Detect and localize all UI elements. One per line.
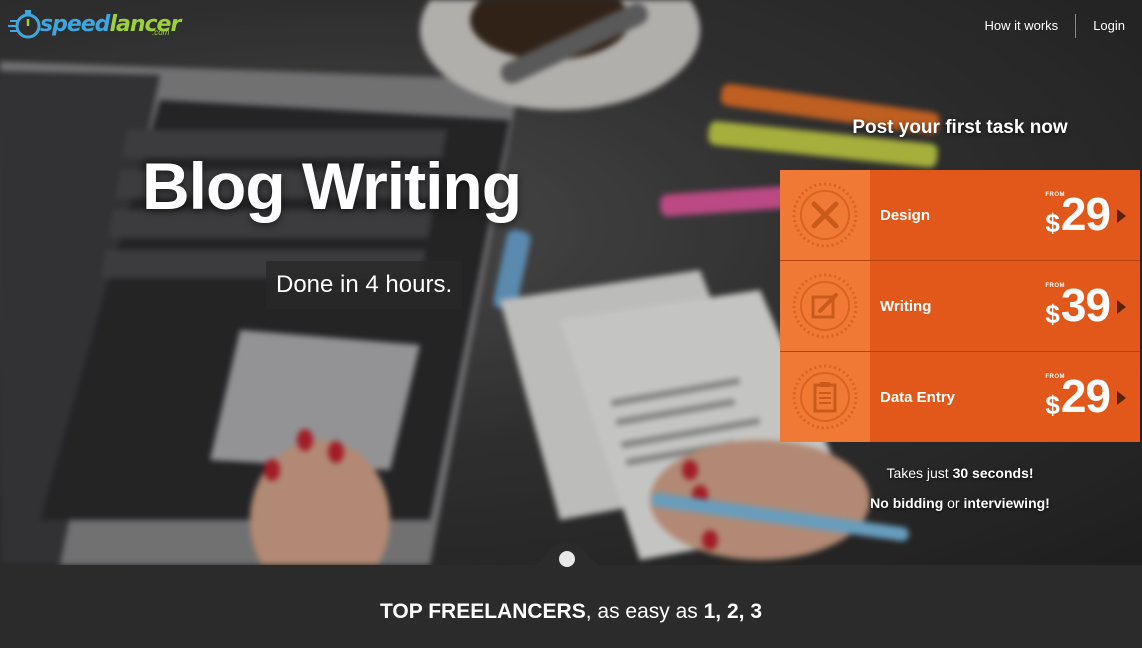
task-option-design[interactable]: Design FROM $ 29 (780, 170, 1140, 261)
price-from-label: FROM (1045, 283, 1066, 289)
time-note-text: Takes just (886, 465, 953, 481)
task-price-design: FROM $ 29 (1045, 188, 1111, 240)
band-connector: , as easy as (585, 600, 704, 623)
price-currency: $ (1045, 208, 1060, 238)
price-from-label: FROM (1045, 192, 1066, 198)
no-bidding-connector: or (943, 495, 964, 511)
price-amount: 29 (1060, 188, 1111, 240)
price-amount: 39 (1060, 279, 1111, 331)
price-currency: $ (1045, 299, 1060, 329)
task-price-data-entry: FROM $ 29 (1045, 370, 1111, 422)
post-task-title: Post your first task now (852, 117, 1068, 138)
top-nav: How it works Login (968, 14, 1142, 38)
play-arrow-icon (1117, 209, 1126, 223)
price-from-label: FROM (1045, 374, 1066, 380)
task-category-list: Design FROM $ 29 Writing FROM $ 39 Data … (780, 170, 1140, 442)
task-option-data-entry[interactable]: Data Entry FROM $ 29 (780, 352, 1140, 442)
headline-tagline: Done in 4 hours. (266, 261, 463, 309)
logo-domain-suffix: .com (152, 28, 170, 37)
time-note-emphasis: 30 seconds! (952, 465, 1034, 481)
price-amount: 29 (1060, 370, 1111, 422)
nav-how-it-works-link[interactable]: How it works (968, 14, 1076, 38)
task-label-data-entry: Data Entry (880, 389, 956, 406)
bottom-band-text: TOP FREELANCERS, as easy as 1, 2, 3 (0, 600, 1142, 624)
task-label-design: Design (880, 207, 931, 224)
page-headline: Blog Writing (142, 149, 522, 223)
play-arrow-icon (1117, 300, 1126, 314)
time-note: Takes just 30 seconds! (780, 465, 1140, 481)
design-tools-icon (780, 170, 870, 260)
edit-document-icon (780, 261, 870, 351)
nav-login-link[interactable]: Login (1076, 14, 1142, 38)
interviewing-emphasis: interviewing! (963, 495, 1050, 511)
price-currency: $ (1045, 390, 1060, 420)
band-emphasis-1: TOP FREELANCERS (379, 600, 586, 623)
stopwatch-logo-icon (8, 7, 42, 41)
play-arrow-icon (1117, 391, 1126, 405)
band-emphasis-2: 1, 2, 3 (703, 600, 763, 623)
no-bidding-emphasis: No bidding (870, 495, 944, 511)
task-price-writing: FROM $ 39 (1045, 279, 1111, 331)
clipboard-icon (780, 352, 870, 442)
task-option-writing[interactable]: Writing FROM $ 39 (780, 261, 1140, 352)
task-label-writing: Writing (880, 298, 932, 315)
no-bidding-note: No bidding or interviewing! (780, 495, 1140, 511)
scroll-down-dot[interactable] (559, 551, 575, 567)
